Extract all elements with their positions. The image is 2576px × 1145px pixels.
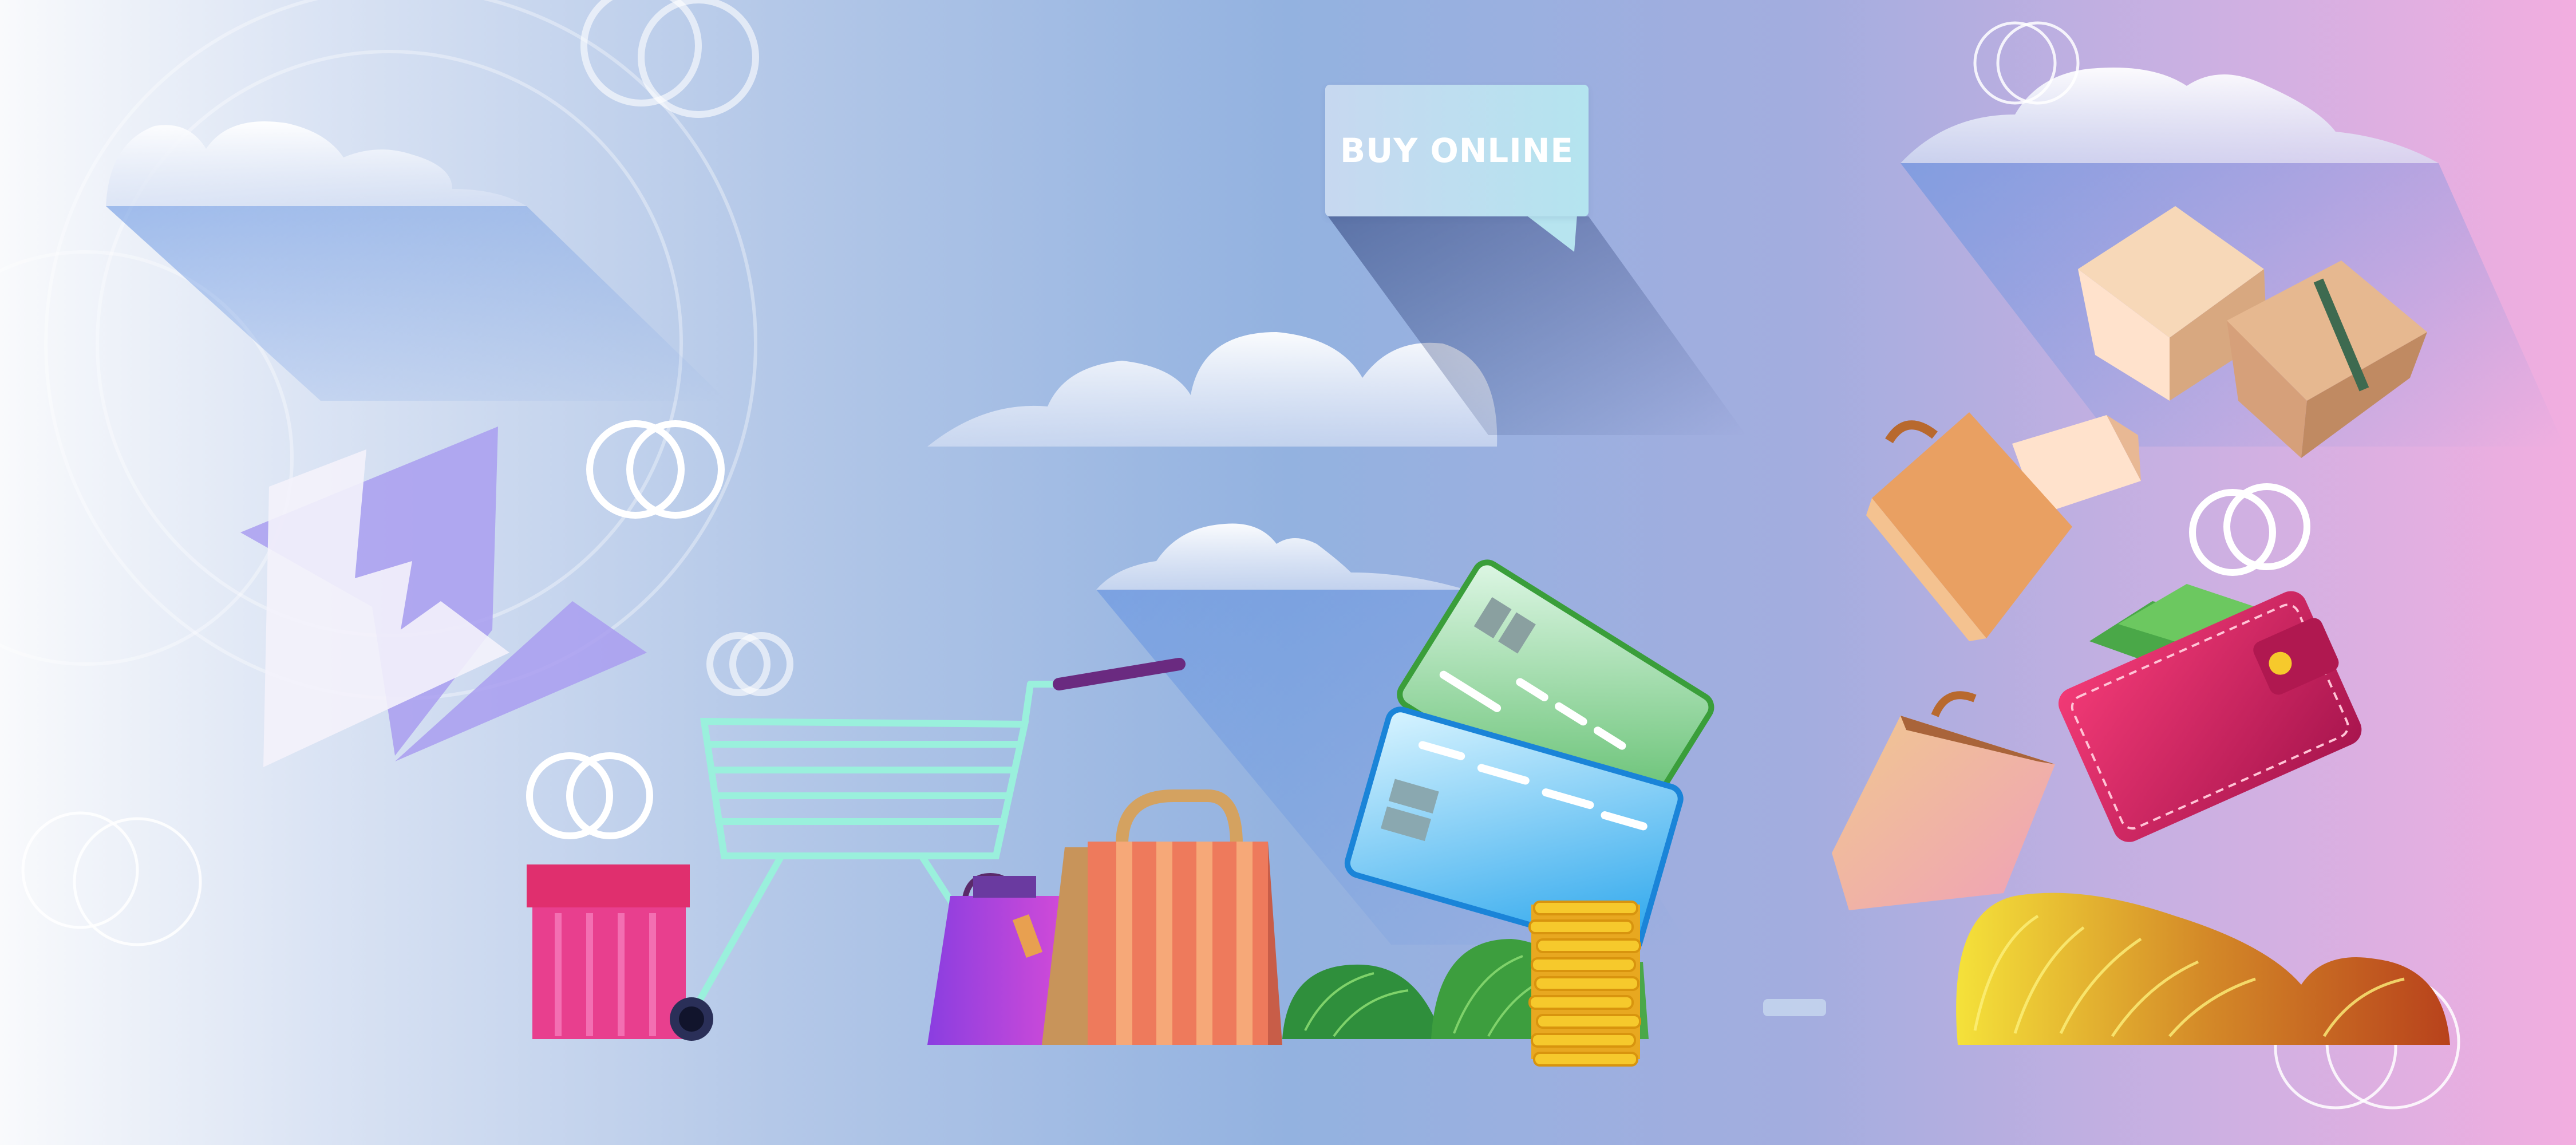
shopping-bag-icon bbox=[1832, 691, 2055, 910]
geometric-shape-icon bbox=[240, 427, 647, 767]
cloud-icon bbox=[927, 332, 1498, 447]
hill-icon bbox=[1956, 893, 2450, 1045]
gift-box-icon bbox=[527, 864, 690, 1039]
illustration bbox=[0, 0, 2565, 1110]
buy-online-label: BUY ONLINE bbox=[1340, 131, 1574, 170]
buy-online-badge[interactable]: BUY ONLINE bbox=[1325, 85, 1589, 216]
cart-handle bbox=[1053, 658, 1186, 690]
online-shopping-banner: BUY ONLINE bbox=[0, 0, 2576, 1145]
shopping-bag-icon bbox=[1042, 789, 1282, 1045]
cloud-icon bbox=[106, 121, 727, 401]
coin-stack-icon bbox=[1528, 901, 1641, 1067]
